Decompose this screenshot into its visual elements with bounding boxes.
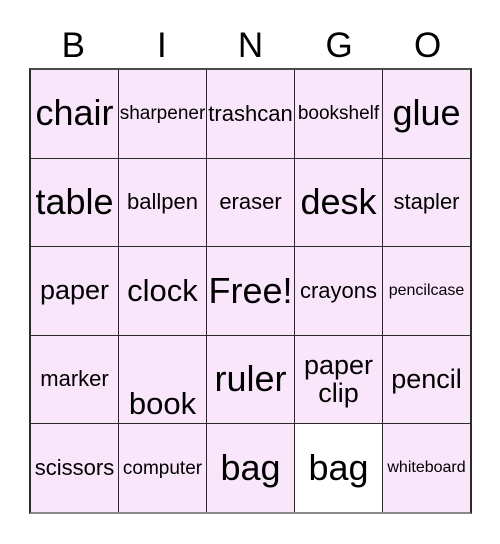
bingo-card: B I N G O chair sharpener trashcan bookshel… — [0, 0, 500, 544]
bingo-cell-r3c1[interactable]: paper — [31, 247, 118, 335]
bingo-cell-label: marker — [40, 366, 109, 392]
bingo-cell-r5c5[interactable]: whiteboard — [383, 424, 470, 512]
bingo-cell-r1c5[interactable]: glue — [383, 70, 470, 158]
bingo-cell-label: computer — [122, 457, 203, 479]
bingo-cell-r5c1[interactable]: scissors — [31, 424, 118, 512]
bingo-cell-r3c3[interactable]: Free! — [207, 247, 294, 335]
bingo-cell-label: pencilcase — [388, 281, 465, 299]
bingo-cell-r2c1[interactable]: table — [31, 158, 118, 247]
bingo-cell-label: paper — [39, 275, 110, 306]
header-letter-i: I — [157, 25, 167, 65]
bingo-cell-label: book — [128, 385, 197, 421]
bingo-cell-r1c1[interactable]: chair — [31, 70, 118, 158]
bingo-cell-label: table — [35, 181, 114, 223]
bingo-cell-r2c3[interactable]: eraser — [207, 158, 294, 247]
bingo-cell-label: desk — [300, 181, 377, 223]
bingo-cell-label: clock — [127, 273, 198, 309]
header-letter-o: O — [414, 25, 442, 65]
bingo-cell-label: sharpener — [119, 103, 206, 125]
bingo-cell-r4c3[interactable]: ruler — [207, 335, 294, 424]
bingo-cell-label: pencil — [391, 363, 462, 394]
bingo-grid: chair sharpener trashcan bookshelf glue table… — [29, 68, 472, 514]
bingo-cell-r5c2[interactable]: computer — [119, 424, 206, 512]
bingo-cell-r1c4[interactable]: bookshelf — [295, 70, 382, 158]
bingo-cell-label: glue — [392, 92, 461, 134]
bingo-cell-r4c5[interactable]: pencil — [383, 335, 470, 424]
bingo-cell-label: paper clip — [303, 350, 374, 408]
bingo-cell-r2c5[interactable]: stapler — [383, 158, 470, 247]
bingo-cell-r3c4[interactable]: crayons — [295, 247, 382, 335]
bingo-cell-r3c5[interactable]: pencilcase — [383, 247, 470, 335]
bingo-cell-label: trashcan — [208, 100, 293, 126]
bingo-cell-label: bookshelf — [297, 103, 380, 125]
header-letter-g: G — [325, 25, 353, 65]
bingo-cell-label: crayons — [299, 277, 378, 303]
bingo-cell-r4c1[interactable]: marker — [31, 335, 118, 424]
bingo-cell-label: ballpen — [127, 189, 198, 215]
bingo-cell-label: chair — [35, 92, 114, 134]
bingo-cell-r1c3[interactable]: trashcan — [207, 70, 294, 158]
header-letter-n: N — [237, 25, 264, 65]
bingo-cell-label: ruler — [214, 358, 287, 400]
bingo-cell-r5c3[interactable]: bag — [207, 424, 294, 512]
bingo-cell-label: stapler — [393, 189, 460, 215]
bingo-cell-label: bag — [220, 446, 281, 488]
bingo-header: B I N G O — [29, 22, 472, 68]
header-letter-b: B — [61, 25, 85, 65]
bingo-cell-r2c4[interactable]: desk — [295, 158, 382, 247]
bingo-cell-r4c4[interactable]: paper clip — [295, 335, 382, 424]
bingo-cell-label: eraser — [219, 189, 282, 215]
bingo-cell-label: whiteboard — [387, 459, 466, 477]
bingo-cell-r3c2[interactable]: clock — [119, 247, 206, 335]
bingo-cell-r2c2[interactable]: ballpen — [119, 158, 206, 247]
bingo-cell-r5c4[interactable]: bag — [295, 424, 382, 512]
bingo-cell-label: bag — [308, 446, 369, 488]
bingo-cell-label: scissors — [34, 454, 115, 480]
bingo-cell-r1c2[interactable]: sharpener — [119, 70, 206, 158]
bingo-cell-r4c2[interactable]: book — [119, 335, 206, 424]
bingo-cell-label: Free! — [208, 269, 293, 311]
